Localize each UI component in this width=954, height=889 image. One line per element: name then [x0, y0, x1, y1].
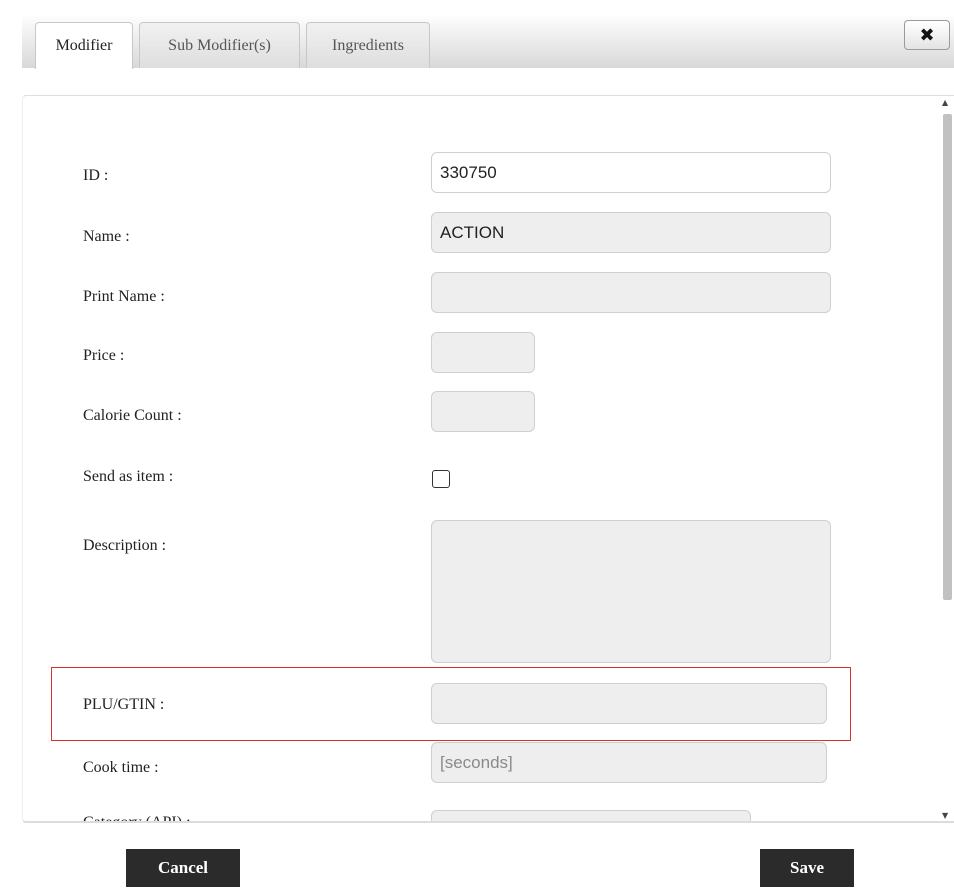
tab-sub-modifiers[interactable]: Sub Modifier(s): [139, 22, 300, 68]
tab-sub-modifiers-label: Sub Modifier(s): [168, 36, 271, 54]
name-label: Name :: [83, 228, 130, 245]
modifier-form-panel[interactable]: ID : 330750 Name : ACTION Print Name : P…: [22, 95, 954, 823]
scrollbar-thumb[interactable]: [943, 114, 952, 600]
description-textarea[interactable]: [431, 520, 831, 663]
tab-ingredients-label: Ingredients: [332, 36, 404, 54]
calorie-count-input[interactable]: [431, 391, 535, 432]
id-value: 330750: [440, 162, 497, 182]
scroll-up-icon[interactable]: ▲: [942, 98, 948, 107]
cancel-button[interactable]: Cancel: [126, 849, 240, 887]
close-button[interactable]: ✖: [904, 20, 950, 50]
category-api-label: Category (API) :: [83, 814, 191, 823]
send-as-item-label: Send as item :: [83, 468, 174, 485]
id-input[interactable]: 330750: [431, 152, 831, 193]
print-name-label: Print Name :: [83, 288, 165, 305]
plu-gtin-label: PLU/GTIN :: [83, 696, 165, 713]
name-value: ACTION: [440, 222, 505, 242]
id-label: ID :: [83, 167, 109, 184]
send-as-item-checkbox[interactable]: [432, 470, 450, 488]
plu-gtin-input[interactable]: [431, 683, 827, 724]
save-button[interactable]: Save: [760, 849, 854, 887]
print-name-input[interactable]: [431, 272, 831, 313]
tab-bar: Modifier Sub Modifier(s) Ingredients ✖: [22, 14, 954, 69]
tab-modifier[interactable]: Modifier: [35, 22, 133, 69]
price-label: Price :: [83, 347, 125, 364]
name-input[interactable]: ACTION: [431, 212, 831, 253]
cook-time-input[interactable]: [seconds]: [431, 742, 827, 783]
cook-time-label: Cook time :: [83, 759, 159, 776]
calorie-count-label: Calorie Count :: [83, 407, 182, 424]
price-input[interactable]: [431, 332, 535, 373]
scroll-down-icon[interactable]: ▼: [942, 811, 948, 820]
tab-modifier-label: Modifier: [55, 37, 113, 54]
description-label: Description :: [83, 537, 167, 554]
form-scrollbar[interactable]: ▲ ▼: [938, 96, 954, 822]
close-icon: ✖: [919, 24, 935, 46]
category-api-select[interactable]: [431, 810, 751, 821]
cook-time-placeholder: [seconds]: [440, 752, 513, 772]
tab-ingredients[interactable]: Ingredients: [306, 22, 430, 68]
